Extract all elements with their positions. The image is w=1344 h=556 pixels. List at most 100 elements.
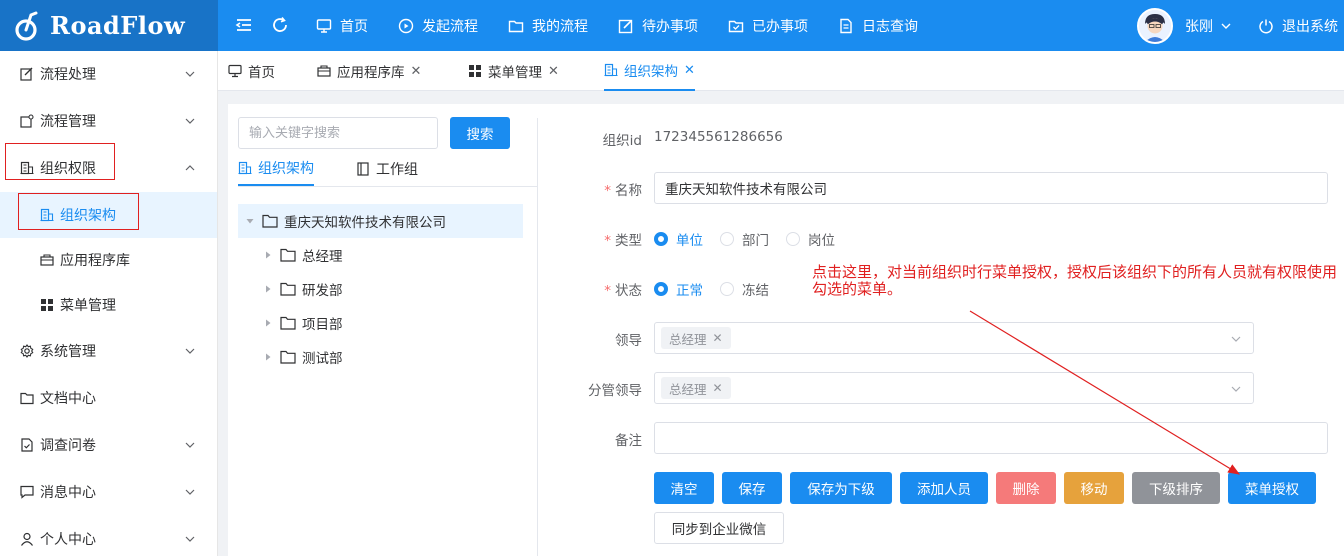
sidebar-item-survey[interactable]: 调查问卷 [0, 422, 217, 468]
caret-right-icon[interactable] [264, 353, 272, 361]
user-menu[interactable]: 张刚 [1137, 8, 1231, 44]
clear-button[interactable]: 清空 [654, 472, 714, 504]
status-radio-normal[interactable]: 正常 [654, 279, 703, 299]
tree-node[interactable]: 研发部 [264, 272, 343, 306]
nav-my-flow[interactable]: 我的流程 [508, 0, 588, 51]
close-icon[interactable]: ✕ [713, 331, 723, 345]
folder-icon [280, 248, 296, 262]
annotation-text: 点击这里，对当前组织时行菜单授权，授权后该组织下的所有人员就有权限使用勾选的菜单… [812, 263, 1338, 298]
monitor-icon [228, 64, 242, 78]
nav-home[interactable]: 首页 [316, 0, 368, 51]
sidebar-item-label: 系统管理 [40, 344, 96, 360]
sidebar-item-label: 个人中心 [40, 532, 96, 548]
leader-select[interactable]: 总经理 ✕ [654, 322, 1254, 354]
highlight-box-org-structure [18, 193, 139, 230]
folder-icon [280, 316, 296, 330]
grid-icon [469, 65, 481, 77]
move-button[interactable]: 移动 [1064, 472, 1124, 504]
sidebar-item-label: 应用程序库 [60, 253, 130, 269]
org-id-label: 组织id [602, 133, 642, 149]
monitor-icon [316, 18, 332, 33]
sidebar-item-personal[interactable]: 个人中心 [0, 516, 217, 556]
menu-fold-icon[interactable] [234, 15, 254, 35]
notebook-icon [357, 162, 369, 176]
search-input[interactable] [238, 117, 438, 149]
caret-down-icon[interactable] [246, 217, 254, 225]
share-icon [20, 114, 34, 128]
sidebar-item-system[interactable]: 系统管理 [0, 328, 217, 374]
leader-tag: 总经理 ✕ [661, 327, 731, 349]
close-icon[interactable]: ✕ [684, 63, 695, 78]
logo[interactable]: RoadFlow [0, 0, 218, 51]
nav-start-flow[interactable]: 发起流程 [398, 0, 478, 51]
chat-icon [20, 485, 34, 499]
subtab-label: 组织架构 [258, 161, 314, 177]
tree-node-label: 项目部 [302, 317, 343, 333]
save-as-child-button[interactable]: 保存为下级 [790, 472, 892, 504]
close-icon[interactable]: ✕ [713, 381, 723, 395]
sidebar-item-messages[interactable]: 消息中心 [0, 469, 217, 515]
tab-org-structure[interactable]: 组织架构 ✕ [604, 51, 695, 91]
type-radio-unit[interactable]: 单位 [654, 229, 703, 249]
edit-icon [20, 67, 33, 81]
type-radio-department[interactable]: 部门 [720, 229, 769, 249]
caret-right-icon[interactable] [264, 319, 272, 327]
child-sort-button[interactable]: 下级排序 [1132, 472, 1220, 504]
folder-icon [262, 214, 278, 228]
tab-home[interactable]: 首页 [228, 51, 275, 91]
sidebar-item-app-library[interactable]: 应用程序库 [0, 237, 217, 283]
add-person-button[interactable]: 添加人员 [900, 472, 988, 504]
close-icon[interactable]: ✕ [548, 64, 559, 79]
note-input[interactable] [654, 422, 1328, 454]
tab-app-library[interactable]: 应用程序库 ✕ [317, 51, 421, 91]
save-button[interactable]: 保存 [722, 472, 782, 504]
sidebar-item-flow-manage[interactable]: 流程管理 [0, 98, 217, 144]
username: 张刚 [1185, 19, 1213, 35]
play-circle-icon [398, 18, 414, 33]
gear-icon [20, 344, 34, 358]
charge-leader-select[interactable]: 总经理 ✕ [654, 372, 1254, 404]
nav-log[interactable]: 日志查询 [838, 0, 918, 51]
close-icon[interactable]: ✕ [411, 64, 422, 79]
nav-my-flow-label: 我的流程 [532, 18, 588, 35]
document-icon [840, 18, 852, 33]
nav-todo[interactable]: 待办事项 [618, 0, 698, 51]
sidebar-item-flow-handle[interactable]: 流程处理 [0, 51, 217, 97]
name-input[interactable]: 重庆天知软件技术有限公司 [654, 172, 1328, 204]
type-radio-position[interactable]: 岗位 [786, 229, 835, 249]
sidebar-item-documents[interactable]: 文档中心 [0, 375, 217, 421]
office-building-icon [238, 161, 252, 175]
status-label: * 状态 [604, 283, 642, 299]
name-label: * 名称 [604, 183, 642, 199]
edit-icon [618, 19, 633, 33]
tree-node[interactable]: 项目部 [264, 306, 343, 340]
search-button[interactable]: 搜索 [450, 117, 510, 149]
sidebar-item-menu-manage[interactable]: 菜单管理 [0, 282, 217, 328]
sidebar-item-label: 流程管理 [40, 114, 96, 130]
tree-node-root[interactable]: 重庆天知软件技术有限公司 [238, 204, 523, 238]
tab-menu-manage[interactable]: 菜单管理 ✕ [468, 51, 559, 91]
charge-leader-label: 分管领导 [588, 383, 642, 399]
subtab-org-structure[interactable]: 组织架构 [238, 152, 314, 186]
logo-text: RoadFlow [50, 11, 186, 40]
delete-button[interactable]: 删除 [996, 472, 1056, 504]
caret-right-icon[interactable] [264, 251, 272, 259]
logout-button[interactable]: 退出系统 [1258, 0, 1338, 51]
tree-node[interactable]: 总经理 [264, 238, 343, 272]
chevron-up-icon [185, 165, 195, 171]
folder-icon [20, 392, 34, 405]
panel-divider [537, 118, 538, 556]
nav-done[interactable]: 已办事项 [728, 0, 808, 51]
caret-right-icon[interactable] [264, 285, 272, 293]
nav-done-label: 已办事项 [752, 18, 808, 35]
subtab-workgroup[interactable]: 工作组 [356, 152, 418, 186]
note-label: 备注 [615, 433, 642, 449]
folder-icon [280, 350, 296, 364]
menu-auth-button[interactable]: 菜单授权 [1228, 472, 1316, 504]
refresh-icon[interactable] [270, 15, 290, 35]
sidebar-item-label: 消息中心 [40, 485, 96, 501]
sync-wechat-button[interactable]: 同步到企业微信 [654, 512, 784, 544]
status-radio-frozen[interactable]: 冻结 [720, 279, 769, 299]
tree-node[interactable]: 测试部 [264, 340, 343, 374]
nav-home-label: 首页 [340, 18, 368, 35]
